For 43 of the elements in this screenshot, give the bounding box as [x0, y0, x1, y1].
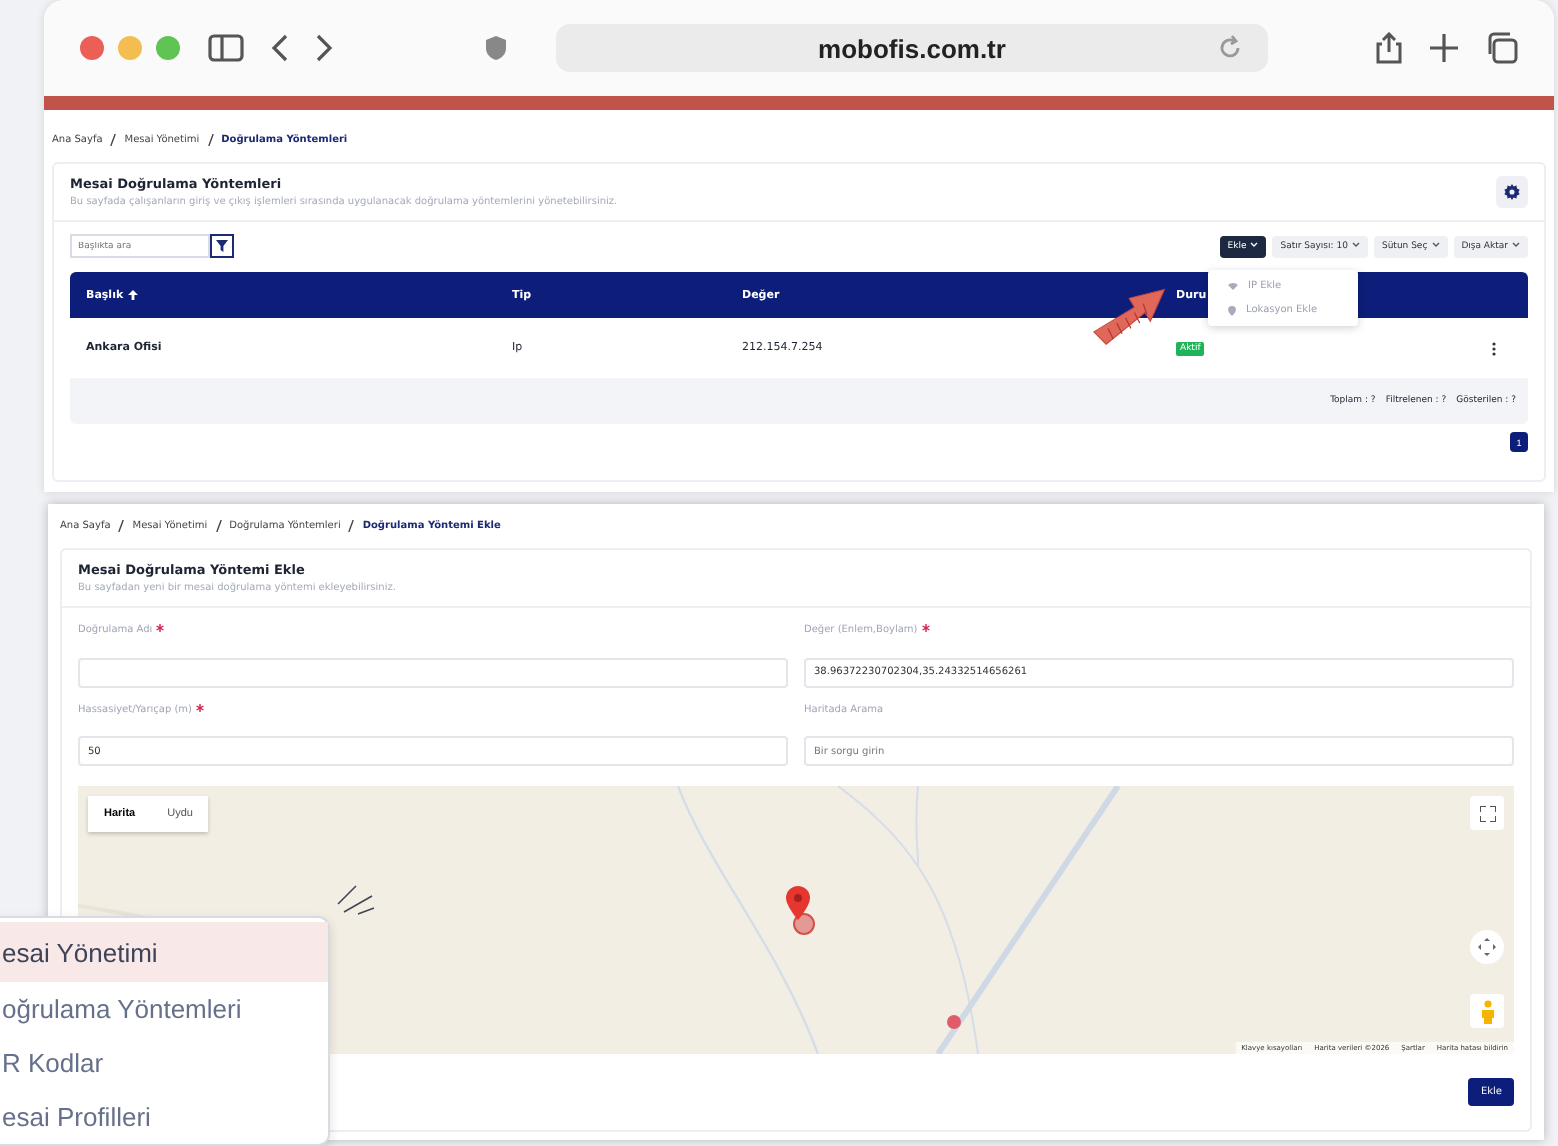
- caret-down-icon: [1512, 241, 1520, 248]
- settings-button[interactable]: [1496, 176, 1528, 208]
- sidebar-item[interactable]: R Kodlar: [0, 1036, 328, 1090]
- map-pin-icon: [786, 886, 810, 920]
- caret-down-icon: [1250, 241, 1259, 248]
- zoom-dot[interactable]: [156, 36, 180, 60]
- fullscreen-button[interactable]: [1470, 796, 1504, 830]
- person-icon: [1481, 999, 1493, 1023]
- required-asterisk-icon: [196, 703, 204, 711]
- forward-icon[interactable]: [316, 34, 332, 62]
- sidebar-item[interactable]: esai Yönetimi: [0, 922, 328, 982]
- address-bar[interactable]: mobofis.com.tr: [556, 24, 1268, 72]
- share-icon[interactable]: [1376, 32, 1402, 64]
- pan-icon: [1478, 938, 1496, 956]
- close-dot[interactable]: [80, 36, 104, 60]
- pin-icon: [1228, 305, 1236, 315]
- breadcrumb-separator-icon: [118, 520, 125, 532]
- shield-icon[interactable]: [484, 34, 508, 62]
- breadcrumb-separator-icon: [207, 134, 214, 146]
- fullscreen-icon: [1479, 805, 1495, 821]
- plus-icon[interactable]: [1430, 34, 1458, 62]
- sort-up-icon: [127, 290, 138, 300]
- caret-down-icon: [1431, 241, 1440, 248]
- tabs-icon[interactable]: [1486, 32, 1518, 64]
- caret-down-icon: [1351, 241, 1360, 248]
- sidebar-icon[interactable]: [208, 34, 244, 62]
- filter-button[interactable]: [210, 234, 234, 258]
- back-icon[interactable]: [272, 34, 288, 62]
- breadcrumb-separator-icon: [215, 520, 222, 532]
- spark-lines-drawing: [336, 884, 376, 916]
- breadcrumb-separator-icon: [348, 520, 355, 532]
- arrow-drawing: [1090, 286, 1170, 346]
- sidebar-item[interactable]: esai Profilleri: [0, 1090, 328, 1144]
- minimize-dot[interactable]: [118, 36, 142, 60]
- breadcrumb-separator-icon: [110, 134, 117, 146]
- filter-icon: [216, 240, 228, 252]
- required-asterisk-icon: [921, 624, 930, 632]
- wifi-icon: [1228, 282, 1238, 290]
- input-field[interactable]: [78, 657, 788, 687]
- settings-icon: [1504, 184, 1520, 200]
- url-text: mobofis.com.tr: [818, 33, 1006, 63]
- sidebar-item[interactable]: oğrulama Yöntemleri: [0, 982, 328, 1036]
- required-asterisk-icon: [156, 624, 165, 632]
